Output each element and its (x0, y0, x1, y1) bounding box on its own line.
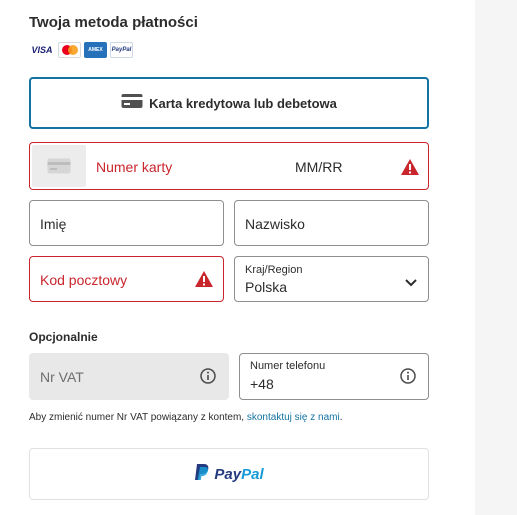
amex-logo: AMEX (84, 42, 107, 58)
vat-placeholder: Nr VAT (40, 369, 84, 385)
accepted-cards: VISA AMEX PayPal (29, 42, 133, 58)
vat-note-text: Aby zmienić numer Nr VAT powiązany z kon… (29, 412, 247, 423)
card-placeholder-icon (32, 145, 86, 187)
postal-code-placeholder: Kod pocztowy (40, 272, 128, 288)
contact-us-link[interactable]: skontaktuj się z nami (247, 412, 340, 423)
vat-note: Aby zmienić numer Nr VAT powiązany z kon… (29, 412, 342, 423)
first-name-placeholder: Imię (40, 216, 67, 232)
vat-note-suffix: . (339, 412, 343, 423)
country-select[interactable]: Kraj/Region Polska (234, 256, 429, 302)
chevron-down-icon (405, 274, 417, 292)
credit-card-icon (121, 93, 143, 114)
postal-code-field[interactable]: Kod pocztowy (29, 256, 224, 302)
info-icon[interactable] (200, 368, 216, 384)
paypal-text-part2: Pal (241, 465, 264, 483)
warning-icon (400, 158, 420, 181)
phone-label: Numer telefonu (250, 360, 326, 372)
first-name-field[interactable]: Imię (29, 200, 224, 246)
page-title: Twoja metoda płatności (29, 14, 198, 31)
credit-card-method-button[interactable]: Karta kredytowa lub debetowa (29, 77, 429, 129)
paypal-icon (194, 463, 210, 486)
last-name-field[interactable]: Nazwisko (234, 200, 429, 246)
credit-card-method-label: Karta kredytowa lub debetowa (149, 95, 337, 111)
mastercard-logo (58, 42, 81, 58)
paypal-small-logo: PayPal (110, 42, 133, 58)
card-expiry-input[interactable]: MM/RR (295, 159, 342, 175)
info-icon[interactable] (400, 368, 416, 384)
card-number-field[interactable]: Numer karty MM/RR (29, 142, 429, 190)
visa-logo: VISA (29, 42, 55, 58)
page-sidebar-background (475, 0, 517, 515)
optional-heading: Opcjonalnie (29, 330, 98, 344)
phone-value[interactable]: +48 (250, 376, 274, 392)
country-label: Kraj/Region (245, 264, 303, 276)
last-name-placeholder: Nazwisko (245, 216, 305, 232)
phone-field[interactable]: Numer telefonu +48 (239, 353, 429, 400)
warning-icon (194, 270, 214, 293)
country-value: Polska (245, 279, 288, 295)
vat-field: Nr VAT (29, 353, 229, 400)
paypal-text-part1: Pay (214, 465, 242, 483)
paypal-button[interactable]: PayPal (29, 448, 429, 500)
card-number-input[interactable]: Numer karty (96, 159, 172, 175)
paypal-wordmark: PayPal (214, 466, 263, 483)
